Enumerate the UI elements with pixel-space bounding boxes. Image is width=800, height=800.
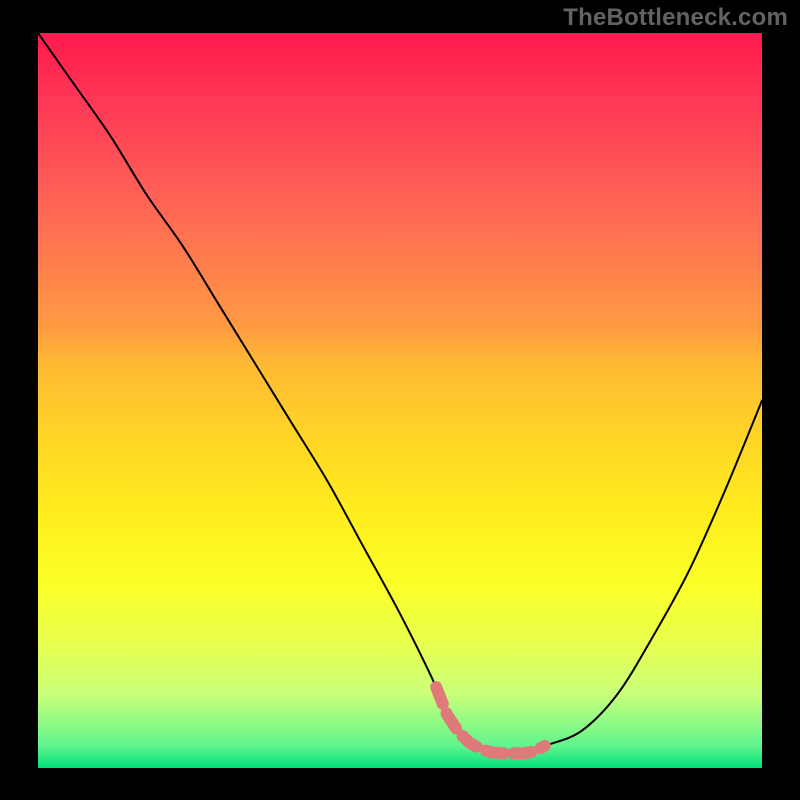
chart-frame: TheBottleneck.com [0, 0, 800, 800]
bottleneck-curve [38, 33, 762, 754]
watermark-text: TheBottleneck.com [563, 4, 788, 32]
plot-area [38, 33, 762, 768]
optimal-band [436, 687, 545, 753]
plot-svg [38, 33, 762, 768]
